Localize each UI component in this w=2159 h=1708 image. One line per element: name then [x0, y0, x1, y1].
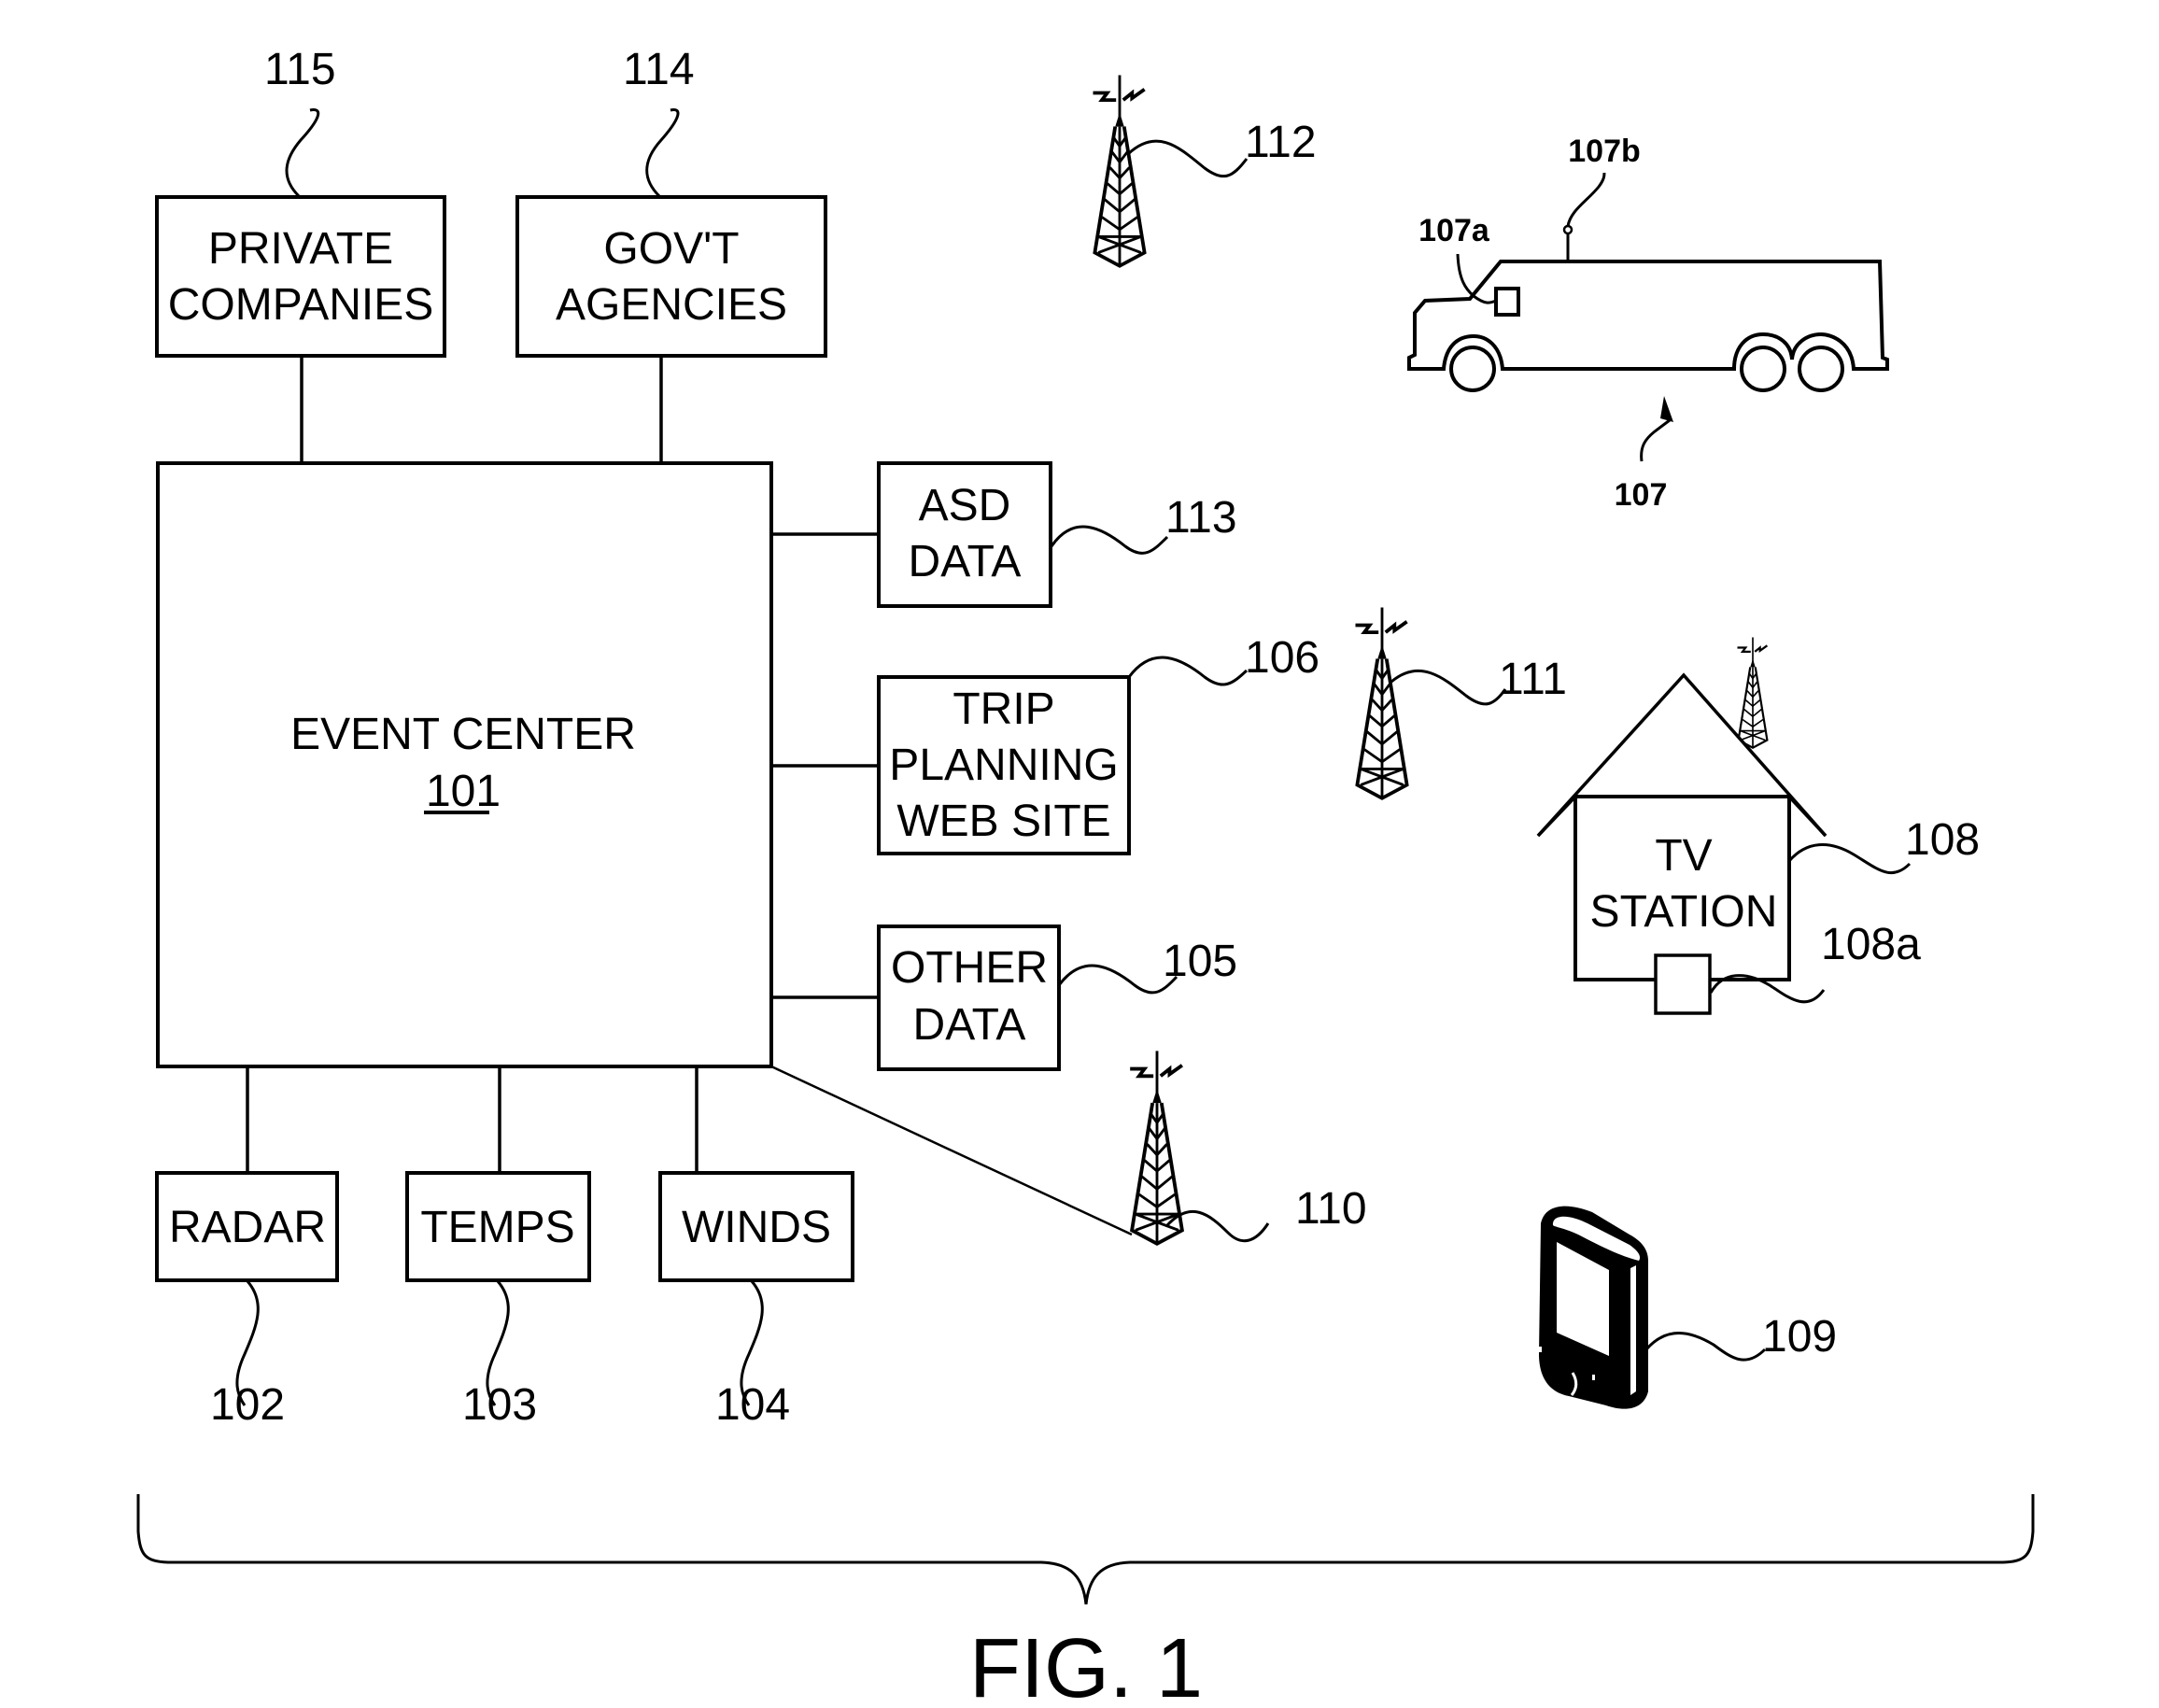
temps-block: TEMPS 103	[405, 1171, 591, 1430]
system-brace	[136, 1494, 2035, 1605]
ref-107: 107	[1615, 477, 1668, 513]
block-label: WINDS	[682, 1203, 831, 1252]
tv-station-108: TV STATION 108 108a	[1536, 636, 1980, 1015]
display-device-107a	[1494, 287, 1520, 317]
tower-112: 112	[1091, 73, 1317, 268]
handheld-109: 109	[1534, 1206, 1837, 1409]
block-label: PRIVATE	[208, 224, 393, 274]
block-label: GOV'T	[603, 224, 739, 274]
ref-105: 105	[1163, 937, 1237, 986]
asd-data-block: ASD DATA 113	[877, 461, 1237, 608]
block-label: ASD	[919, 481, 1011, 530]
ref-107a: 107a	[1418, 213, 1490, 248]
antenna-107b	[1562, 224, 1573, 235]
event-center-ref: 101	[426, 767, 501, 816]
ref-106: 106	[1245, 633, 1319, 683]
radio-tower-icon	[1353, 605, 1409, 800]
govt-agencies-block: GOV'T AGENCIES 114	[515, 45, 827, 358]
ref-111: 111	[1499, 655, 1567, 704]
block-label: TRIP	[952, 685, 1054, 734]
block-label: TEMPS	[420, 1203, 574, 1252]
ref-108: 108	[1905, 815, 1980, 865]
block-label: PLANNING	[889, 741, 1118, 790]
ref-109: 109	[1762, 1312, 1837, 1362]
radio-tower-icon	[1091, 73, 1147, 268]
block-label: EVENT CENTER	[290, 710, 636, 759]
ref-107b: 107b	[1568, 134, 1641, 169]
mobile-device-icon	[1534, 1206, 1648, 1409]
radar-block: RADAR 102	[155, 1171, 339, 1430]
block-label: DATA	[913, 1000, 1026, 1050]
tower-111: 111	[1353, 605, 1567, 800]
vehicle-107: 107b 107a 107	[1407, 134, 1889, 513]
ref-104: 104	[715, 1380, 790, 1430]
ref-103: 103	[462, 1380, 537, 1430]
figure-caption: FIG. 1	[969, 1622, 1203, 1708]
event-center-block: EVENT CENTER 101	[156, 461, 773, 1068]
block-label: WEB SITE	[896, 797, 1110, 846]
block-label: TV	[1655, 831, 1712, 881]
ref-110: 110	[1295, 1184, 1367, 1234]
ref-114: 114	[623, 45, 695, 94]
patent-figure: PRIVATE COMPANIES 115 GOV'T AGENCIES 114…	[136, 45, 2035, 1708]
ref-102: 102	[210, 1380, 285, 1430]
winds-block: WINDS 104	[658, 1171, 854, 1430]
block-label: DATA	[909, 537, 1022, 586]
block-label: STATION	[1590, 887, 1778, 937]
trip-planning-block: TRIP PLANNING WEB SITE 106	[877, 633, 1319, 855]
other-data-block: OTHER DATA 105	[877, 925, 1237, 1071]
tower-110: 110	[1128, 1049, 1367, 1246]
ref-113: 113	[1165, 493, 1237, 543]
ref-112: 112	[1245, 118, 1317, 167]
private-companies-block: PRIVATE COMPANIES 115	[155, 45, 446, 358]
radio-tower-icon	[1128, 1049, 1184, 1246]
ref-115: 115	[264, 45, 336, 94]
block-label: OTHER	[891, 943, 1048, 993]
block-label: RADAR	[169, 1203, 326, 1252]
block-label: COMPANIES	[168, 280, 433, 330]
block-label: AGENCIES	[556, 280, 787, 330]
radio-tower-icon	[1736, 636, 1769, 749]
display-device-108a	[1654, 953, 1712, 1015]
ref-108a: 108a	[1821, 920, 1921, 969]
